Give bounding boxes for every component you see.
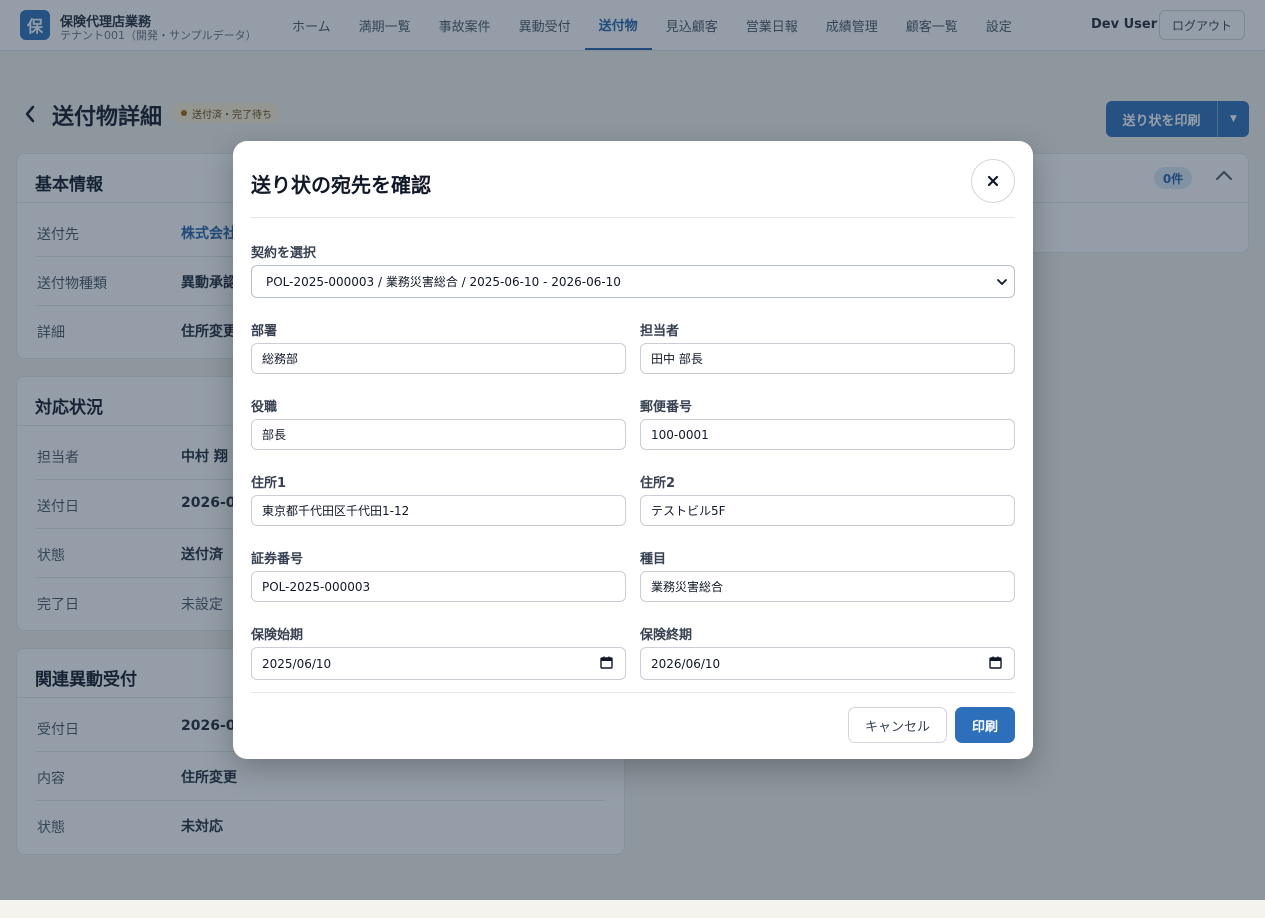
- category-label: 種目: [640, 552, 667, 567]
- start-date-label: 保険始期: [251, 628, 304, 643]
- modal-divider: [251, 217, 1015, 218]
- calendar-icon: [989, 656, 1002, 669]
- close-button[interactable]: [971, 159, 1015, 203]
- postal-code-field[interactable]: 100-0001: [640, 419, 1015, 450]
- print-button[interactable]: 印刷: [955, 707, 1015, 743]
- chevron-down-icon: [997, 279, 1007, 285]
- policy-number-field[interactable]: POL-2025-000003: [251, 571, 626, 602]
- postal-code-label: 郵便番号: [640, 400, 693, 415]
- address2-field[interactable]: テストビル5F: [640, 495, 1015, 526]
- start-date-field[interactable]: 2025/06/10: [251, 647, 626, 680]
- department-label: 部署: [251, 324, 278, 339]
- position-label: 役職: [251, 400, 278, 415]
- start-date-value: 2025/06/10: [262, 656, 332, 671]
- close-icon: [987, 175, 999, 187]
- address-confirm-modal: 送り状の宛先を確認 契約を選択 POL-2025-000003 / 業務災害総合…: [233, 141, 1033, 759]
- end-date-field[interactable]: 2026/06/10: [640, 647, 1015, 680]
- address1-label: 住所1: [251, 476, 287, 491]
- contract-select[interactable]: POL-2025-000003 / 業務災害総合 / 2025-06-10 - …: [251, 265, 1015, 298]
- contract-select-value: POL-2025-000003 / 業務災害総合 / 2025-06-10 - …: [266, 275, 621, 289]
- modal-footer-divider: [251, 692, 1015, 693]
- end-date-label: 保険終期: [640, 628, 693, 643]
- calendar-icon: [600, 656, 613, 669]
- person-label: 担当者: [640, 324, 680, 339]
- person-field[interactable]: 田中 部長: [640, 343, 1015, 374]
- department-field[interactable]: 総務部: [251, 343, 626, 374]
- address2-label: 住所2: [640, 476, 676, 491]
- policy-number-label: 証券番号: [251, 552, 304, 567]
- address1-field[interactable]: 東京都千代田区千代田1-12: [251, 495, 626, 526]
- cancel-button[interactable]: キャンセル: [848, 707, 947, 743]
- modal-title: 送り状の宛先を確認: [251, 173, 431, 197]
- end-date-value: 2026/06/10: [651, 656, 721, 671]
- contract-select-label: 契約を選択: [251, 246, 317, 261]
- position-field[interactable]: 部長: [251, 419, 626, 450]
- page-bottom-bar: [0, 900, 1265, 918]
- category-field[interactable]: 業務災害総合: [640, 571, 1015, 602]
